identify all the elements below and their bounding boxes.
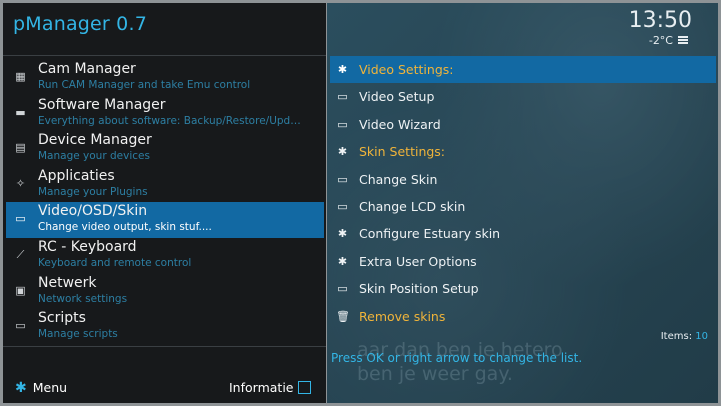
- menu-item-video-osd-skin[interactable]: ▭ Video/OSD/Skin Change video output, sk…: [6, 202, 324, 238]
- submenu-list: ✱ Video Settings: ▭ Video Setup ▭ Video Wiz…: [330, 56, 716, 330]
- submenu-item-extra-user-options[interactable]: ✱ Extra User Options: [330, 248, 716, 275]
- main-menu: ▦ Cam Manager Run CAM Manager and take E…: [6, 60, 324, 345]
- menu-item-software-manager[interactable]: ▬ Software Manager Everything about soft…: [6, 96, 324, 132]
- menu-item-subtitle: Change video output, skin stuf....: [38, 221, 212, 234]
- submenu-label: Configure Estuary skin: [359, 226, 501, 242]
- menu-item-title: Device Manager: [38, 132, 152, 149]
- menu-item-title: Netwerk: [38, 274, 97, 291]
- menu-item-subtitle: Run CAM Manager and take Emu control: [38, 79, 251, 91]
- submenu-label: Skin Position Setup: [359, 281, 479, 297]
- plugin-icon: ✧: [15, 176, 26, 190]
- weather-icon: [678, 36, 688, 44]
- script-icon: ▭: [15, 319, 26, 333]
- menu-item-cam-manager[interactable]: ▦ Cam Manager Run CAM Manager and take E…: [6, 60, 324, 96]
- menu-item-title: Applicaties: [38, 167, 115, 184]
- device-icon: ▤: [15, 141, 26, 155]
- submenu-item-video-setup[interactable]: ▭ Video Setup: [330, 83, 716, 110]
- monitor-icon: ▭: [337, 282, 348, 296]
- menu-item-netwerk[interactable]: ▣ Netwerk Network settings: [6, 274, 324, 310]
- submenu-panel: 13:50 -2°C ✱ Video Settings: ▭ Video Setup…: [327, 3, 718, 403]
- submenu-item-video-wizard[interactable]: ▭ Video Wizard: [330, 111, 716, 138]
- submenu-label: Video Setup: [359, 89, 435, 105]
- remote-icon: ⟋: [16, 247, 25, 261]
- info-button-label: Informatie: [229, 380, 294, 395]
- cam-icon: ▦: [15, 70, 26, 83]
- network-icon: ▣: [15, 283, 26, 297]
- menu-item-title: Video/OSD/Skin: [38, 203, 148, 220]
- submenu-label: Change LCD skin: [359, 198, 466, 214]
- submenu-label: Skin Settings:: [359, 144, 446, 160]
- weather: -2°C: [649, 34, 688, 47]
- menu-item-title: RC - Keyboard: [38, 238, 137, 255]
- menu-item-subtitle: Keyboard and remote control: [38, 256, 192, 269]
- gear-icon: ✱: [337, 145, 348, 159]
- submenu-item-change-lcd-skin[interactable]: ▭ Change LCD skin: [330, 193, 716, 220]
- menu-item-subtitle: Manage your Plugins: [38, 185, 148, 198]
- submenu-item-remove-skins[interactable]: 🗑 Remove skins: [330, 303, 716, 330]
- submenu-item-configure-estuary-skin[interactable]: ✱ Configure Estuary skin: [330, 220, 716, 247]
- app-title: pManager 0.7: [13, 13, 147, 35]
- submenu-label: Video Wizard: [359, 116, 441, 132]
- submenu-label: Extra User Options: [359, 253, 477, 269]
- info-button[interactable]: Informatie: [229, 380, 312, 395]
- video-icon: ▭: [337, 117, 348, 131]
- menu-item-device-manager[interactable]: ▤ Device Manager Manage your devices: [6, 131, 324, 167]
- screen: pManager 0.7 ▦ Cam Manager Run CAM Manag…: [0, 0, 721, 406]
- gear-icon: ✱: [337, 227, 348, 241]
- gear-icon: ✱: [337, 63, 348, 76]
- menu-item-title: Cam Manager: [38, 61, 136, 77]
- submenu-header-skin-settings[interactable]: ✱ Skin Settings:: [330, 138, 716, 165]
- menu-item-title: Scripts: [38, 310, 86, 327]
- menu-item-rc-keyboard[interactable]: ⟋ RC - Keyboard Keyboard and remote cont…: [6, 238, 324, 274]
- video-icon: ▭: [337, 90, 348, 104]
- gear-icon: ✱: [15, 380, 27, 396]
- menu-item-applicaties[interactable]: ✧ Applicaties Manage your Plugins: [6, 167, 324, 203]
- navigation-hint: Press OK or right arrow to change the li…: [331, 351, 583, 365]
- monitor-icon: ▭: [337, 172, 348, 186]
- temperature: -2°C: [648, 34, 673, 47]
- divider: [3, 346, 326, 347]
- gear-icon: ✱: [337, 254, 348, 268]
- items-number: 10: [695, 331, 708, 342]
- submenu-header-video-settings[interactable]: ✱ Video Settings:: [330, 56, 716, 84]
- trash-icon: 🗑: [336, 309, 350, 323]
- info-icon: [298, 381, 312, 394]
- submenu-item-change-skin[interactable]: ▭ Change Skin: [330, 166, 716, 193]
- menu-item-scripts[interactable]: ▭ Scripts Manage scripts: [6, 309, 324, 345]
- monitor-icon: ▭: [337, 199, 348, 213]
- menu-button[interactable]: ✱ Menu: [15, 380, 67, 396]
- items-label: Items:: [660, 331, 693, 342]
- menu-item-subtitle: Manage your devices: [38, 150, 150, 163]
- submenu-label: Video Settings:: [359, 62, 454, 77]
- menu-item-subtitle: Everything about software: Backup/Restor…: [38, 114, 306, 127]
- menu-item-subtitle: Manage scripts: [38, 328, 118, 341]
- menu-item-title: Software Manager: [38, 96, 166, 113]
- main-menu-panel: pManager 0.7 ▦ Cam Manager Run CAM Manag…: [3, 3, 326, 403]
- submenu-label: Change Skin: [359, 171, 438, 187]
- monitor-icon: ▭: [15, 212, 26, 226]
- clock: 13:50: [628, 8, 692, 33]
- divider: [3, 55, 326, 56]
- menu-button-label: Menu: [32, 380, 68, 395]
- background-caption-line: ben je weer gay.: [357, 363, 513, 385]
- folder-icon: ▬: [15, 105, 26, 119]
- menu-item-subtitle: Network settings: [38, 292, 128, 305]
- submenu-item-skin-position-setup[interactable]: ▭ Skin Position Setup: [330, 275, 716, 302]
- submenu-label: Remove skins: [359, 308, 446, 324]
- items-count: Items: 10: [661, 331, 708, 342]
